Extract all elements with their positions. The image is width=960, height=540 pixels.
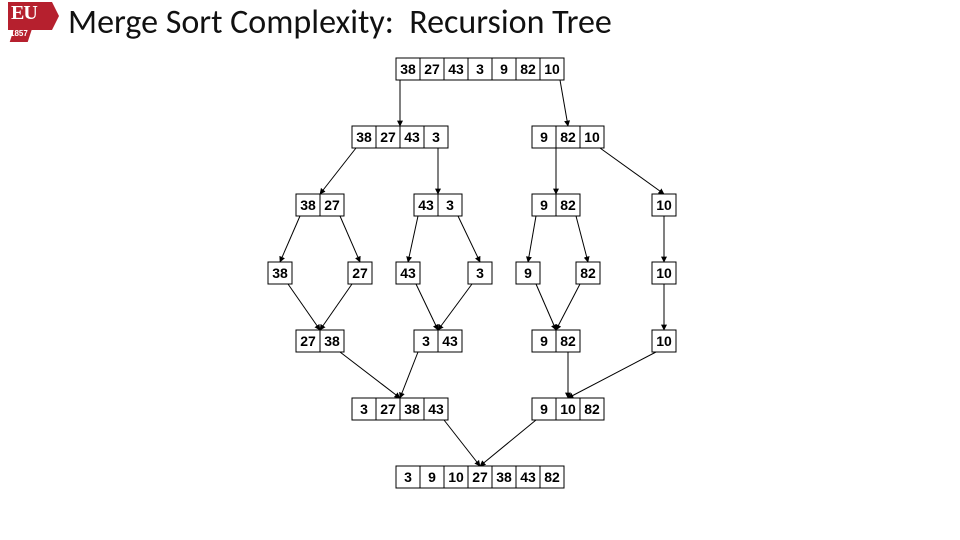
tree-node-value: 10	[656, 197, 672, 213]
tree-node-value: 10	[656, 265, 672, 281]
tree-node-value: 9	[540, 401, 548, 417]
tree-edge	[556, 284, 580, 330]
slide-title: Merge Sort Complexity: Recursion Tree	[68, 4, 612, 41]
tree-node-value: 9	[540, 129, 548, 145]
tree-node-value: 10	[448, 469, 464, 485]
tree-edge	[320, 284, 352, 330]
logo-letters: EU	[11, 3, 37, 23]
tree-node-value: 3	[476, 265, 484, 281]
university-logo: EU 1857	[8, 2, 62, 44]
tree-node-value: 43	[442, 333, 458, 349]
tree-edge	[576, 216, 588, 262]
tree-node-value: 10	[656, 333, 672, 349]
tree-node-value: 43	[520, 469, 536, 485]
tree-node-value: 82	[584, 401, 600, 417]
tree-node-value: 3	[360, 401, 368, 417]
tree-node-value: 3	[432, 129, 440, 145]
tree-node-value: 27	[324, 197, 340, 213]
slide-header: EU 1857 Merge Sort Complexity: Recursion…	[0, 0, 960, 44]
tree-node-value: 9	[540, 197, 548, 213]
tree-node: 3	[468, 262, 492, 284]
tree-node-value: 10	[560, 401, 576, 417]
tree-node: 38 27	[296, 194, 344, 216]
tree-node-value: 27	[472, 469, 488, 485]
tree-edge	[280, 216, 300, 262]
tree-edge	[444, 420, 480, 466]
tree-node: 3 43	[414, 330, 462, 352]
tree-node: 38	[268, 262, 292, 284]
tree-node-value: 27	[380, 401, 396, 417]
tree-node: 10	[652, 330, 676, 352]
tree-node-value: 27	[352, 265, 368, 281]
tree-edge	[536, 284, 556, 330]
tree-edge	[560, 80, 568, 126]
tree-node-value: 43	[418, 197, 434, 213]
tree-edge	[480, 420, 536, 466]
tree-edge	[568, 352, 656, 398]
tree-node-value: 10	[544, 61, 560, 77]
tree-node: 9 82 10	[532, 126, 604, 148]
tree-node-value: 9	[500, 61, 508, 77]
tree-edge	[458, 216, 480, 262]
tree-edge	[438, 284, 472, 330]
tree-node-value: 82	[560, 197, 576, 213]
tree-edge	[416, 284, 438, 330]
logo-year: 1857	[10, 30, 28, 38]
tree-node: 10	[652, 194, 676, 216]
tree-node-value: 9	[524, 265, 532, 281]
tree-node: 9	[516, 262, 540, 284]
tree-node-value: 43	[404, 129, 420, 145]
tree-node-value: 82	[580, 265, 596, 281]
tree-node: 9 82	[532, 330, 580, 352]
tree-node-value: 27	[424, 61, 440, 77]
tree-node: 43 3	[414, 194, 462, 216]
tree-node-value: 38	[400, 61, 416, 77]
recursion-tree-diagram: 3827433982103827433982103827433982103827…	[0, 44, 960, 514]
tree-node-value: 9	[428, 469, 436, 485]
tree-edge	[408, 216, 418, 262]
tree-node-value: 82	[560, 129, 576, 145]
tree-node-value: 43	[400, 265, 416, 281]
tree-node-value: 9	[540, 333, 548, 349]
recursion-tree-svg: 3827433982103827433982103827433982103827…	[170, 44, 790, 514]
tree-node: 39 10 27 38 43 82	[396, 466, 564, 488]
tree-node-value: 38	[356, 129, 372, 145]
tree-edge	[288, 284, 320, 330]
tree-node-value: 38	[496, 469, 512, 485]
tree-node: 38 27 43 3	[352, 126, 448, 148]
tree-node-value: 38	[324, 333, 340, 349]
tree-node-value: 38	[404, 401, 420, 417]
tree-node-value: 43	[428, 401, 444, 417]
tree-node: 3 27 38 43	[352, 398, 448, 420]
tree-node: 10	[652, 262, 676, 284]
tree-node: 82	[576, 262, 600, 284]
tree-edge	[528, 216, 536, 262]
tree-node: 38 27 43 39 82 10	[396, 58, 564, 80]
tree-node: 9 82	[532, 194, 580, 216]
tree-edge	[340, 216, 360, 262]
tree-edge	[400, 352, 418, 398]
tree-node-value: 43	[448, 61, 464, 77]
tree-node-value: 3	[476, 61, 484, 77]
tree-node-value: 38	[300, 197, 316, 213]
tree-node-value: 3	[446, 197, 454, 213]
tree-node-value: 38	[272, 265, 288, 281]
tree-node-value: 3	[404, 469, 412, 485]
tree-node: 43	[396, 262, 420, 284]
tree-node: 27 38	[296, 330, 344, 352]
tree-node-value: 10	[584, 129, 600, 145]
tree-node-value: 27	[300, 333, 316, 349]
tree-edge	[340, 352, 400, 398]
tree-node-value: 27	[380, 129, 396, 145]
tree-node: 27	[348, 262, 372, 284]
tree-node-value: 82	[560, 333, 576, 349]
tree-node-value: 3	[422, 333, 430, 349]
tree-edge	[320, 148, 356, 194]
tree-node: 9 10 82	[532, 398, 604, 420]
tree-node-value: 82	[544, 469, 560, 485]
tree-node-value: 82	[520, 61, 536, 77]
tree-edge	[600, 148, 664, 194]
